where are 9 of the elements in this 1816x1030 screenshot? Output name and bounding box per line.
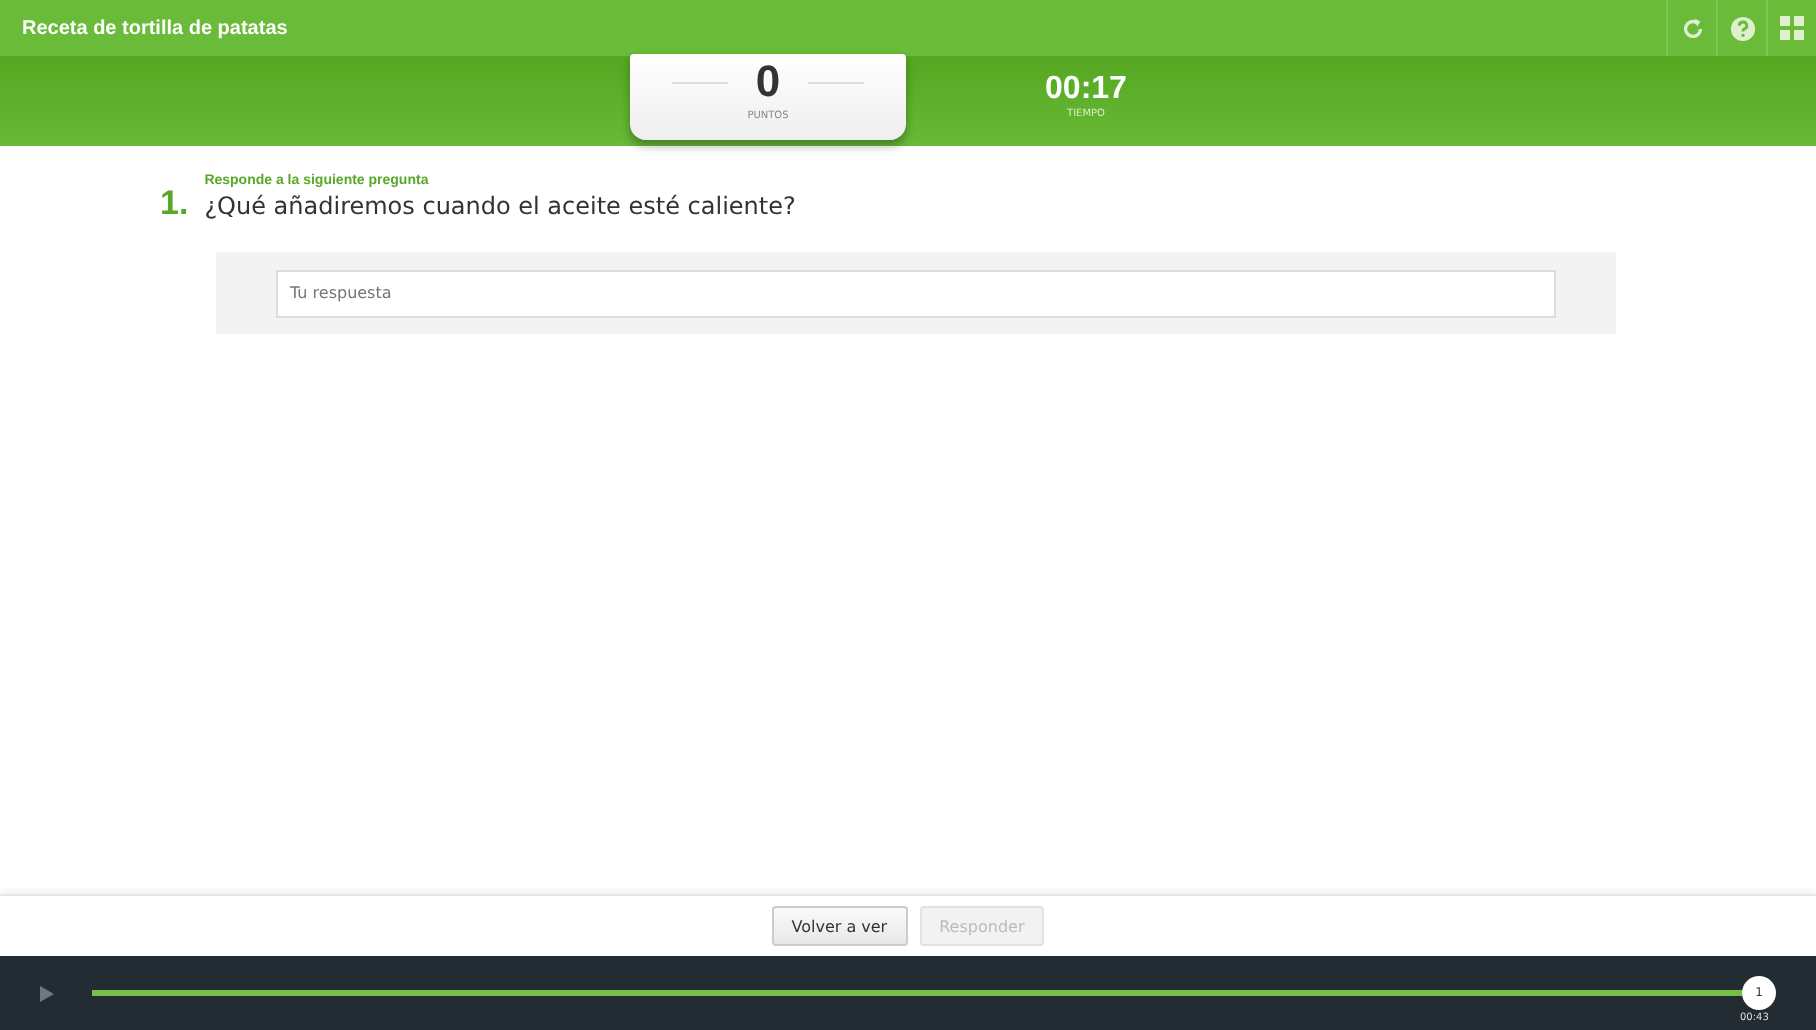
score-value: 0 (755, 54, 781, 110)
question-number: 1. (160, 182, 189, 224)
progress-bar[interactable] (92, 990, 1742, 996)
action-button[interactable]: Volver a ver (771, 906, 908, 946)
question-text: ¿Qué añadiremos cuando el aceite esté caliente? (204, 192, 796, 220)
answer-field[interactable]: Tu respuesta (276, 269, 1556, 317)
window-title: Receta de tortilla de patatas (22, 17, 288, 39)
timer-value: 00:17 (1045, 72, 1127, 108)
play-icon[interactable] (36, 983, 56, 1003)
